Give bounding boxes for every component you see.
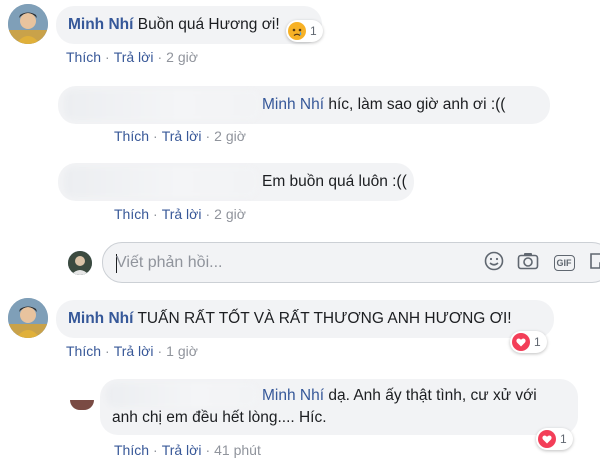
timestamp[interactable]: 1 giờ	[166, 343, 198, 359]
gif-icon: GIF	[553, 255, 575, 271]
separator: ·	[105, 49, 110, 65]
comment-bubble: Minh Nhí Buồn quá Hương ơi!	[56, 6, 322, 44]
timestamp[interactable]: 2 giờ	[214, 206, 246, 222]
comment-author[interactable]: Minh Nhí	[68, 310, 133, 327]
reply-button[interactable]: Trả lời	[162, 128, 202, 144]
comment-text: Buồn quá Hương ơi!	[137, 16, 280, 33]
emoji-icon	[484, 251, 504, 276]
separator: ·	[153, 128, 158, 144]
reply-button[interactable]: Trả lời	[162, 442, 202, 458]
separator: ·	[105, 343, 110, 359]
comment-actions: Thích · Trả lời · 2 giờ	[66, 49, 198, 65]
photo-button[interactable]	[517, 252, 539, 274]
like-button[interactable]: Thích	[66, 343, 101, 359]
comment-actions: Thích · Trả lời · 1 giờ	[66, 343, 198, 359]
commenter-avatar[interactable]	[8, 4, 48, 44]
reply-button[interactable]: Trả lời	[114, 343, 154, 359]
reaction-count: 1	[310, 24, 317, 38]
reply-button[interactable]: Trả lời	[114, 49, 154, 65]
separator: ·	[157, 49, 163, 65]
separator: ·	[205, 206, 211, 222]
commenter-avatar[interactable]	[8, 298, 48, 338]
separator: ·	[153, 442, 158, 458]
sticker-button[interactable]	[587, 252, 600, 274]
reply-text: Em buồn quá luôn :((	[262, 173, 407, 190]
reply-actions: Thích · Trả lời · 2 giờ	[114, 128, 246, 144]
reply-button[interactable]: Trả lời	[162, 206, 202, 222]
separator: ·	[205, 442, 211, 458]
blurred-name	[64, 90, 260, 120]
reply-bubble: Minh Nhí híc, làm sao giờ anh ơi :((	[58, 86, 550, 124]
reaction-summary[interactable]: 1	[536, 428, 573, 450]
reply-tag[interactable]: Minh Nhí	[262, 387, 324, 404]
love-reaction-icon	[538, 430, 556, 448]
like-button[interactable]: Thích	[114, 128, 149, 144]
blurred-name	[106, 383, 258, 407]
like-button[interactable]: Thích	[114, 206, 149, 222]
replier-avatar[interactable]	[70, 400, 94, 410]
comment-text: TUẤN RẤT TỐT VÀ RẤT THƯƠNG ANH HƯƠNG ƠI!	[137, 310, 512, 327]
reply-text: híc, làm sao giờ anh ơi :((	[328, 96, 506, 113]
timestamp[interactable]: 41 phút	[214, 442, 261, 458]
reply-text-line1: dạ. Anh ấy thật tình, cư xử với	[328, 387, 537, 404]
reaction-count: 1	[560, 432, 567, 446]
gif-button[interactable]: GIF	[553, 252, 575, 274]
reaction-count: 1	[534, 335, 541, 349]
reply-bubble: Em buồn quá luôn :((	[58, 163, 414, 201]
reply-composer[interactable]: GIF	[102, 242, 600, 283]
love-reaction-icon	[512, 333, 530, 351]
sad-reaction-icon	[288, 22, 306, 40]
reply-input[interactable]	[116, 251, 476, 275]
reply-bubble: Minh Nhí dạ. Anh ấy thật tình, cư xử với…	[100, 379, 578, 435]
reaction-summary[interactable]: 1	[286, 20, 323, 42]
blurred-name	[64, 167, 258, 197]
timestamp[interactable]: 2 giờ	[214, 128, 246, 144]
sticker-icon	[588, 251, 600, 276]
timestamp[interactable]: 2 giờ	[166, 49, 198, 65]
reply-text-line2: anh chị em đều hết lòng.... Híc.	[112, 409, 327, 426]
like-button[interactable]: Thích	[66, 49, 101, 65]
separator: ·	[205, 128, 211, 144]
camera-icon	[517, 251, 539, 276]
reply-actions: Thích · Trả lời · 2 giờ	[114, 206, 246, 222]
reply-actions: Thích · Trả lời · 41 phút	[114, 442, 261, 458]
comment-author[interactable]: Minh Nhí	[68, 16, 133, 33]
like-button[interactable]: Thích	[114, 442, 149, 458]
reaction-summary[interactable]: 1	[510, 331, 547, 353]
current-user-avatar[interactable]	[68, 251, 92, 275]
separator: ·	[157, 343, 163, 359]
separator: ·	[153, 206, 158, 222]
emoji-button[interactable]	[483, 251, 505, 276]
reply-tag[interactable]: Minh Nhí	[262, 96, 324, 113]
comment-bubble: Minh Nhí TUẤN RẤT TỐT VÀ RẤT THƯƠNG ANH …	[56, 300, 554, 338]
